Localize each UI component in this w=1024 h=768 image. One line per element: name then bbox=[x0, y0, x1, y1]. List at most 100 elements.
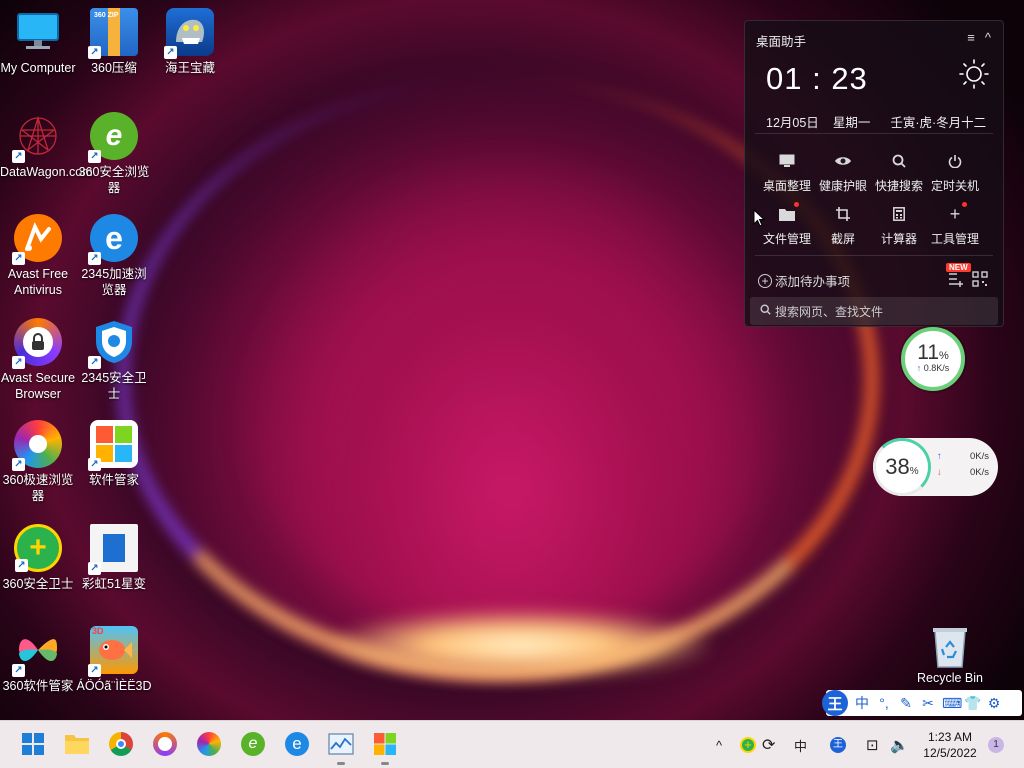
memory-percent-unit: % bbox=[909, 466, 919, 477]
desktop-icon-software-manager[interactable]: ↗ 软件管家 bbox=[76, 420, 152, 488]
tool-label: 计算器 bbox=[880, 232, 917, 246]
tray-input-language[interactable]: 中 bbox=[794, 721, 807, 768]
desktop-icon-avast-secure-browser[interactable]: ↗ Avast Secure Browser bbox=[0, 318, 76, 402]
tool-label: 工具管理 bbox=[930, 232, 979, 246]
upload-speed: 0K/s bbox=[969, 451, 989, 462]
desktop-icon-datawagon[interactable]: ↗ DataWagon.com bbox=[0, 112, 93, 180]
shark-game-icon: ↗ bbox=[164, 8, 214, 59]
network-monitor-ball[interactable]: 11% ↑ 0.8K/s bbox=[901, 327, 965, 391]
shield-icon: ↗ bbox=[88, 318, 138, 369]
taskbar-2345-browser[interactable]: e bbox=[282, 729, 312, 759]
ime-mode-toggle[interactable]: 中 bbox=[854, 693, 870, 713]
taskbar-task-manager[interactable] bbox=[326, 729, 356, 765]
add-todo-button[interactable]: + 添加待办事项 bbox=[758, 271, 850, 290]
tray-network[interactable]: ⊡ bbox=[866, 721, 879, 768]
desktop-icon-recycle-bin[interactable]: Recycle Bin bbox=[914, 625, 986, 685]
desktop-icon-avast-free-antivirus[interactable]: ↗ Avast Free Antivirus bbox=[0, 214, 76, 298]
memory-monitor-widget[interactable]: 38% ↑ 0K/s ↓ 0K/s bbox=[873, 438, 998, 496]
desktop-icon-label: 360安全卫士 bbox=[2, 577, 74, 591]
todo-list-icon[interactable] bbox=[948, 271, 964, 292]
tool-desktop-organize[interactable]: 桌面整理 bbox=[759, 149, 815, 194]
widget-tools-grid: 桌面整理 健康护眼 快捷搜索 定时关机 文件管理 截屏 计算器 + 工具管理 bbox=[759, 149, 995, 247]
tool-calculator[interactable]: 计算器 bbox=[871, 202, 927, 247]
scissors-icon[interactable]: ✂ bbox=[920, 695, 936, 712]
show-hidden-icons-button[interactable]: ^ bbox=[716, 721, 722, 768]
desktop-icon-360-speed-browser[interactable]: ↗ 360极速浏览器 bbox=[0, 420, 76, 504]
tray-refresh-guard[interactable]: ⟳ bbox=[762, 721, 775, 768]
taskbar-360-safe-browser[interactable]: e bbox=[238, 729, 268, 759]
sun-icon bbox=[959, 59, 989, 89]
desktop-icon-360-software-manager[interactable]: ↗ 360软件管家 bbox=[0, 626, 76, 694]
tray-360-safe[interactable]: + bbox=[740, 721, 756, 768]
skin-shirt-icon[interactable]: 👕 bbox=[964, 695, 981, 712]
tool-file-manager[interactable]: 文件管理 bbox=[759, 202, 815, 247]
collapse-icon[interactable]: ^ bbox=[985, 30, 991, 45]
desktop-icon-2345-guard[interactable]: ↗ 2345安全卫士 bbox=[76, 318, 152, 402]
ime-logo[interactable]: 王 bbox=[822, 690, 848, 716]
360-zip-icon: 360 ZIP ↗ bbox=[88, 8, 138, 59]
tool-label: 桌面整理 bbox=[762, 179, 811, 193]
desktop-icon-label: Avast Free Antivirus bbox=[7, 267, 69, 297]
network-monitor-icon: ⊡ bbox=[866, 737, 879, 754]
fish-game-icon: 3D ↗ bbox=[88, 626, 138, 677]
tray-volume[interactable]: 🔈 bbox=[890, 721, 909, 768]
taskbar-software-manager[interactable] bbox=[370, 729, 400, 765]
divider bbox=[755, 255, 993, 256]
running-indicator bbox=[381, 762, 389, 765]
menu-icon[interactable]: ≡ bbox=[967, 30, 975, 45]
desktop-icon-label: 彩虹51星变 bbox=[82, 577, 146, 591]
desktop-icon-label: 海王宝藏 bbox=[164, 61, 215, 75]
tool-eye-care[interactable]: 健康护眼 bbox=[815, 149, 871, 194]
avast-secure-browser-icon: ↗ bbox=[12, 318, 62, 369]
pen-icon[interactable]: ✎ bbox=[898, 695, 914, 712]
desktop-icon-360-safe-guard[interactable]: + ↗ 360安全卫士 bbox=[0, 524, 76, 592]
desktop-icon-my-computer[interactable]: My Computer bbox=[0, 8, 76, 76]
settings-gear-icon[interactable]: ⚙ bbox=[986, 695, 1002, 712]
widget-title: 桌面助手 bbox=[756, 35, 807, 49]
tool-tool-manager[interactable]: + 工具管理 bbox=[927, 202, 983, 247]
punctuation-icon[interactable]: °, bbox=[876, 695, 892, 711]
desktop-icon-rainbow-51[interactable]: ↗ 彩虹51星变 bbox=[76, 524, 152, 592]
360-safe-browser-icon: e bbox=[241, 732, 265, 756]
desktop-icon-label: 360软件管家 bbox=[2, 679, 74, 693]
desktop-icon-label: Avast Secure Browser bbox=[0, 371, 76, 401]
widget-date-row: 12月05日 星期一 壬寅·虎·冬月十二 bbox=[766, 112, 1000, 131]
desktop-icon-label: DataWagon.com bbox=[0, 165, 93, 179]
chrome-icon bbox=[109, 732, 133, 756]
software-manager-icon: ↗ bbox=[88, 420, 138, 471]
desktop-icon-haiwang-treasure[interactable]: ↗ 海王宝藏 bbox=[152, 8, 228, 76]
keyboard-icon[interactable]: ⌨ bbox=[942, 695, 962, 712]
monitor-speed: 0.8K/s bbox=[923, 363, 950, 373]
desktop-icon-fish-game-3d[interactable]: 3D ↗ ÁÖÓã¨ÌÈË3D bbox=[76, 626, 152, 694]
monitor-icon bbox=[777, 151, 797, 171]
calculator-icon bbox=[889, 204, 909, 224]
chevron-up-icon: ^ bbox=[716, 737, 723, 753]
2345-browser-icon: e ↗ bbox=[88, 214, 138, 265]
search-icon bbox=[760, 304, 771, 318]
avast-secure-browser-icon bbox=[153, 732, 177, 756]
eye-icon bbox=[833, 151, 853, 171]
tool-scheduled-shutdown[interactable]: 定时关机 bbox=[927, 149, 983, 194]
desktop-icon-label: 软件管家 bbox=[88, 473, 139, 487]
taskbar-avast-secure-browser[interactable] bbox=[150, 729, 180, 759]
tool-screenshot[interactable]: 截屏 bbox=[815, 202, 871, 247]
widget-search-input[interactable]: 搜索网页、查找文件 bbox=[750, 297, 998, 325]
folder-icon bbox=[65, 735, 89, 754]
tray-ime-icon[interactable]: 王 bbox=[830, 721, 846, 768]
memory-percent-ring: 38% bbox=[873, 438, 931, 496]
start-button[interactable] bbox=[18, 729, 48, 759]
desktop-icon-360-safe-browser[interactable]: e ↗ 360安全浏览器 bbox=[76, 112, 152, 196]
tool-label: 文件管理 bbox=[762, 232, 811, 246]
desktop-icon-2345-browser[interactable]: e ↗ 2345加速浏览器 bbox=[76, 214, 152, 298]
desktop-icon-360-zip[interactable]: 360 ZIP ↗ 360压缩 bbox=[76, 8, 152, 76]
taskbar-360-speed-browser[interactable] bbox=[194, 729, 224, 759]
desktop-icon-label: 2345加速浏览器 bbox=[81, 267, 147, 297]
taskbar-clock[interactable]: 1:23 AM 12/5/2022 bbox=[914, 729, 986, 761]
recycle-bin-label: Recycle Bin bbox=[917, 671, 983, 685]
desktop-icon-label: 360安全浏览器 bbox=[78, 165, 150, 195]
qr-code-icon[interactable] bbox=[972, 271, 988, 292]
taskbar-file-explorer[interactable] bbox=[62, 729, 92, 759]
taskbar-chrome[interactable] bbox=[106, 729, 136, 759]
tool-quick-search[interactable]: 快捷搜索 bbox=[871, 149, 927, 194]
notification-badge[interactable]: 1 bbox=[988, 737, 1004, 753]
